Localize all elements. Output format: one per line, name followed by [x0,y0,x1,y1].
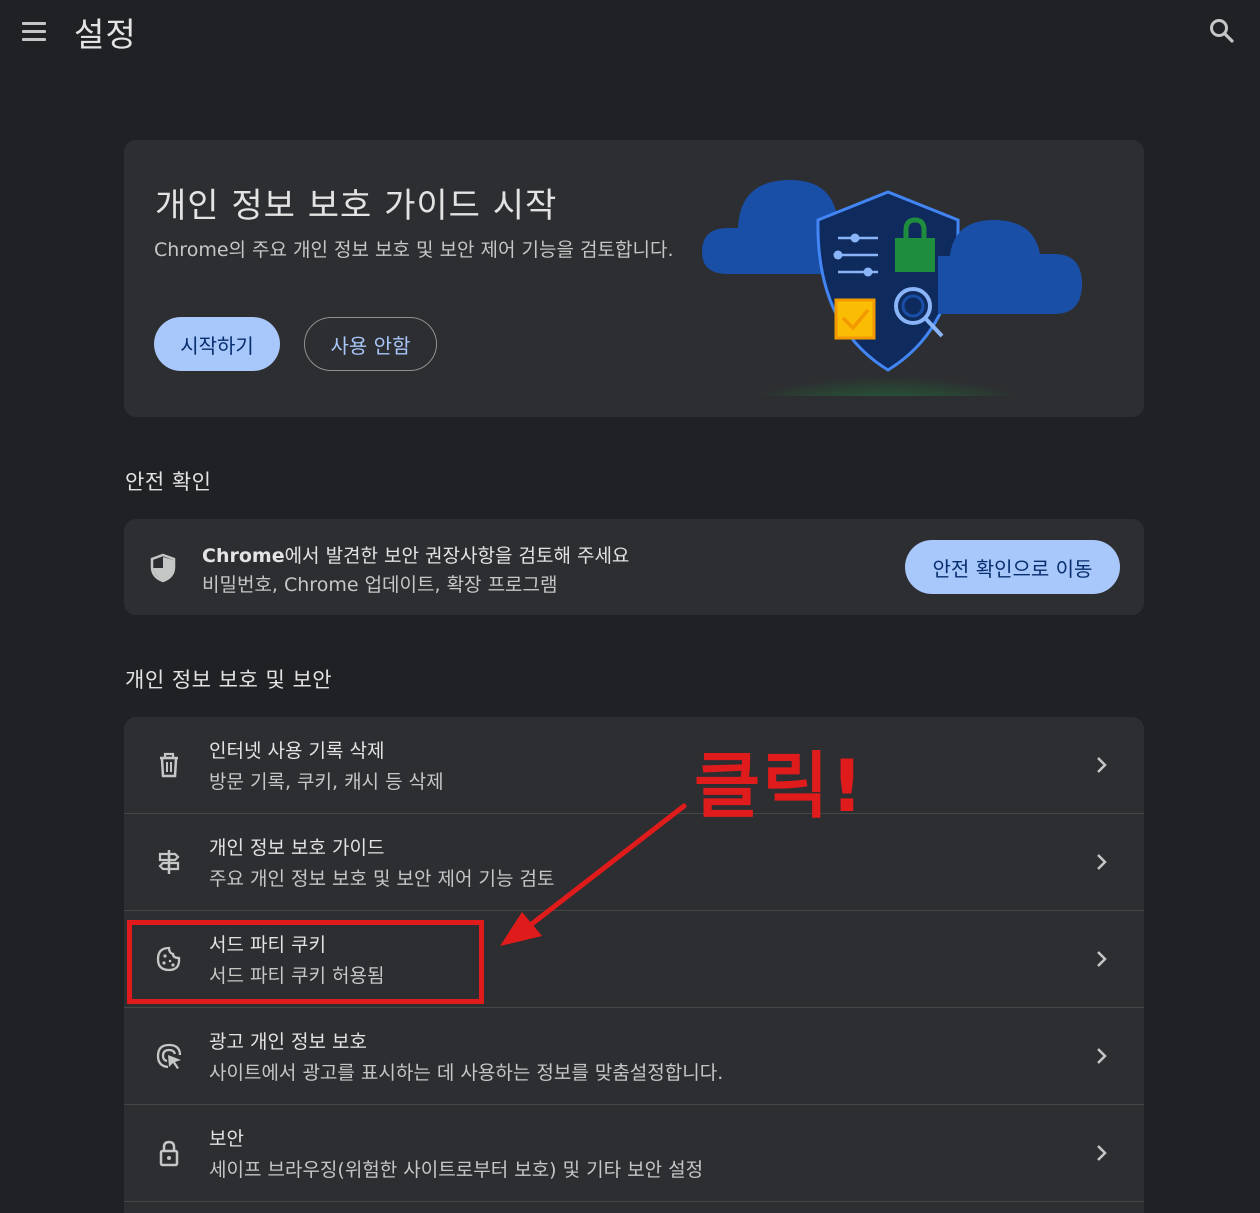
search-icon[interactable] [1204,14,1240,50]
row-third-party-cookies[interactable]: 서드 파티 쿠키 서드 파티 쿠키 허용됨 [124,911,1144,1008]
privacy-guide-illustration [702,180,1082,396]
privacy-guide-title: 개인 정보 보호 가이드 시작 [155,186,558,226]
privacy-guide-description: Chrome의 주요 개인 정보 보호 및 보안 제어 기능을 검토합니다. [154,239,674,261]
privacy-guide-card: 개인 정보 보호 가이드 시작 Chrome의 주요 개인 정보 보호 및 보안… [124,140,1144,417]
row-subtitle: 세이프 브라우징(위험한 사이트로부터 보호) 및 기타 보안 설정 [209,1159,704,1181]
lock-icon [159,1140,179,1167]
safety-check-card: Chrome에서 발견한 보안 권장사항을 검토해 주세요 비밀번호, Chro… [124,519,1144,615]
shield-icon [150,553,176,583]
start-button[interactable]: 시작하기 [154,317,280,371]
row-subtitle: 사이트에서 광고를 표시하는 데 사용하는 정보를 맞춤설정합니다. [209,1062,724,1084]
chevron-right-icon [1097,854,1107,870]
row-security[interactable]: 보안 세이프 브라우징(위험한 사이트로부터 보호) 및 기타 보안 설정 [124,1105,1144,1202]
row-subtitle: 서드 파티 쿠키 허용됨 [209,965,385,987]
safety-check-heading: 안전 확인 [125,470,212,494]
privacy-security-list: 인터넷 사용 기록 삭제 방문 기록, 쿠키, 캐시 등 삭제 개인 정보 보호… [124,717,1144,1213]
chevron-right-icon [1097,1145,1107,1161]
safety-check-title: Chrome에서 발견한 보안 권장사항을 검토해 주세요 [202,541,629,568]
chevron-right-icon [1097,1048,1107,1064]
row-subtitle: 주요 개인 정보 보호 및 보안 제어 기능 검토 [209,868,555,890]
menu-icon[interactable] [18,16,50,48]
row-title: 개인 정보 보호 가이드 [209,837,385,859]
row-ad-privacy[interactable]: 광고 개인 정보 보호 사이트에서 광고를 표시하는 데 사용하는 정보를 맞춤… [124,1008,1144,1105]
safety-check-title-rest: 에서 발견한 보안 권장사항을 검토해 주세요 [284,545,630,567]
row-title: 광고 개인 정보 보호 [209,1031,367,1053]
chevron-right-icon [1097,951,1107,967]
go-to-safety-check-button[interactable]: 안전 확인으로 이동 [905,540,1120,594]
safety-check-subtitle: 비밀번호, Chrome 업데이트, 확장 프로그램 [202,574,558,596]
page-title: 설정 [74,15,137,54]
row-title: 보안 [209,1128,244,1150]
trash-icon [160,752,178,778]
ad-privacy-icon [156,1043,182,1069]
divider [124,1201,1144,1202]
safety-check-title-brand: Chrome [202,545,285,567]
top-bar: 설정 [0,0,1260,64]
decline-button[interactable]: 사용 안함 [304,317,437,371]
row-clear-browsing-data[interactable]: 인터넷 사용 기록 삭제 방문 기록, 쿠키, 캐시 등 삭제 [124,717,1144,814]
row-title: 인터넷 사용 기록 삭제 [209,740,385,762]
signpost-icon [158,850,180,874]
cookie-icon [156,946,181,972]
row-privacy-guide[interactable]: 개인 정보 보호 가이드 주요 개인 정보 보호 및 보안 제어 기능 검토 [124,814,1144,911]
row-subtitle: 방문 기록, 쿠키, 캐시 등 삭제 [209,771,444,793]
chevron-right-icon [1097,757,1107,773]
privacy-security-heading: 개인 정보 보호 및 보안 [125,668,333,692]
row-title: 서드 파티 쿠키 [209,934,326,956]
